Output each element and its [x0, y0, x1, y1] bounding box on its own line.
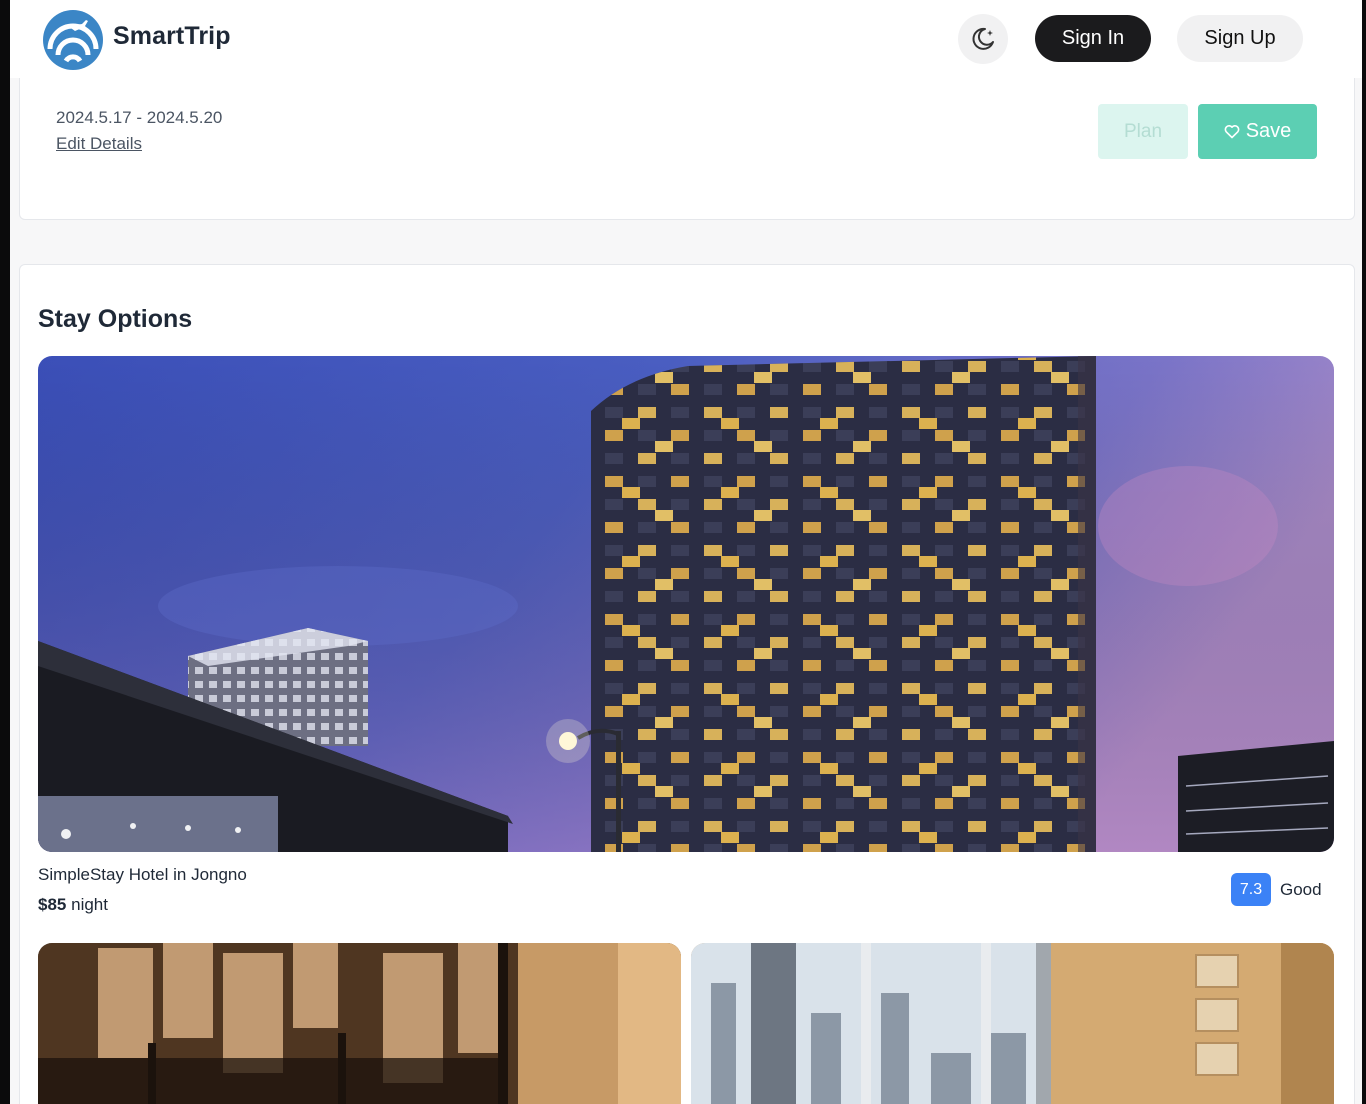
heart-icon	[1224, 125, 1240, 139]
save-button[interactable]: Save	[1198, 104, 1317, 159]
price-unit: night	[71, 895, 108, 914]
price-amount: $85	[38, 895, 67, 914]
sign-up-button[interactable]: Sign Up	[1177, 15, 1303, 62]
trip-summary-card: 2024.5.17 - 2024.5.20 Edit Details Plan …	[19, 78, 1355, 220]
top-nav: SmartTrip Sign In Sign Up	[10, 0, 1362, 78]
plan-button[interactable]: Plan	[1098, 104, 1188, 159]
moon-sparkle-icon	[972, 27, 994, 50]
hotel-name[interactable]: SimpleStay Hotel in Jongno	[38, 865, 247, 885]
hotel-room-image	[691, 943, 1334, 1104]
sign-in-button[interactable]: Sign In	[1035, 15, 1151, 62]
plane-swirl-logo[interactable]	[42, 9, 104, 71]
trip-dates: 2024.5.17 - 2024.5.20	[56, 108, 223, 127]
page: SmartTrip Sign In Sign Up 2024.5.17 - 20…	[10, 0, 1362, 1104]
window-border-right	[1362, 0, 1366, 1104]
hotel-price: $85 night	[38, 895, 108, 915]
hotel-exterior-image	[38, 356, 1334, 852]
theme-toggle-button[interactable]	[958, 14, 1008, 64]
rating-label: Good	[1280, 880, 1322, 899]
window-border-left	[0, 0, 10, 1104]
hotel-lobby-photo[interactable]	[38, 943, 681, 1104]
save-label: Save	[1245, 120, 1292, 142]
hotel-room-photo[interactable]	[691, 943, 1334, 1104]
section-title: Stay Options	[38, 305, 193, 333]
rating-badge: 7.3	[1231, 873, 1271, 906]
stay-options-section: Stay Options SimpleStay Hotel in Jongno …	[19, 264, 1355, 1104]
brand-name[interactable]: SmartTrip	[113, 22, 231, 51]
hotel-photo[interactable]	[38, 356, 1334, 852]
edit-details-link[interactable]: Edit Details	[56, 134, 142, 154]
hotel-lobby-image	[38, 943, 681, 1104]
